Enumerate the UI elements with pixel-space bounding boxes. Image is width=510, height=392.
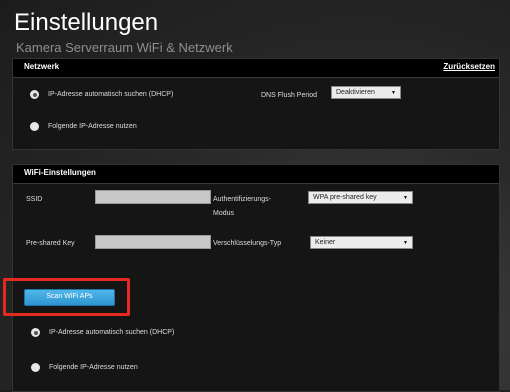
wifi-dhcp-radio[interactable] <box>31 328 40 337</box>
dns-flush-select[interactable]: Deaktivieren ▼ <box>331 86 401 99</box>
ssid-label: SSID <box>26 196 43 203</box>
wifi-header: WiFi-Einstellungen <box>13 165 499 184</box>
dns-flush-label: DNS Flush Period <box>261 92 318 99</box>
scan-wifi-button[interactable]: Scan WiFi APs <box>24 289 115 306</box>
auth-mode-value: WPA pre-shared key <box>313 194 377 201</box>
network-header: Netzwerk Zurücksetzen <box>13 59 499 78</box>
chevron-down-icon: ▼ <box>391 89 396 96</box>
encryption-label: Verschlüsselungs-Typ <box>213 240 282 247</box>
chevron-down-icon: ▼ <box>403 194 408 201</box>
network-static-radio[interactable] <box>30 122 39 131</box>
network-panel: Netzwerk Zurücksetzen IP-Adresse automat… <box>12 58 500 150</box>
dns-flush-value: Deaktivieren <box>336 89 375 96</box>
psk-label: Pre-shared Key <box>26 240 75 247</box>
chevron-down-icon: ▼ <box>403 239 408 246</box>
network-heading: Netzwerk <box>24 62 60 71</box>
auth-mode-select[interactable]: WPA pre-shared key ▼ <box>308 191 413 204</box>
wifi-dhcp-option[interactable]: IP-Adresse automatisch suchen (DHCP) <box>31 328 174 337</box>
wifi-dhcp-label: IP-Adresse automatisch suchen (DHCP) <box>49 329 175 336</box>
encryption-value: Keiner <box>315 239 336 246</box>
network-dhcp-radio[interactable] <box>30 90 39 99</box>
page-subtitle: Kamera Serverraum WiFi & Netzwerk <box>16 40 233 55</box>
wifi-static-radio[interactable] <box>31 363 40 372</box>
wifi-static-label: Folgende IP-Adresse nutzen <box>49 364 138 371</box>
network-static-option[interactable]: Folgende IP-Adresse nutzen <box>30 122 137 131</box>
network-dhcp-label: IP-Adresse automatisch suchen (DHCP) <box>48 91 174 98</box>
wifi-static-option[interactable]: Folgende IP-Adresse nutzen <box>31 363 138 372</box>
wifi-heading: WiFi-Einstellungen <box>24 168 96 177</box>
psk-input[interactable] <box>95 235 211 249</box>
auth-mode-label-line2: Modus <box>213 210 235 217</box>
network-static-label: Folgende IP-Adresse nutzen <box>48 123 137 130</box>
page-title: Einstellungen <box>14 9 159 36</box>
ssid-input[interactable] <box>95 190 211 204</box>
reset-link[interactable]: Zurücksetzen <box>443 62 495 71</box>
auth-mode-label-line1: Authentifizierungs- <box>213 196 271 203</box>
network-dhcp-option[interactable]: IP-Adresse automatisch suchen (DHCP) <box>30 90 173 99</box>
encryption-select[interactable]: Keiner ▼ <box>310 236 413 249</box>
